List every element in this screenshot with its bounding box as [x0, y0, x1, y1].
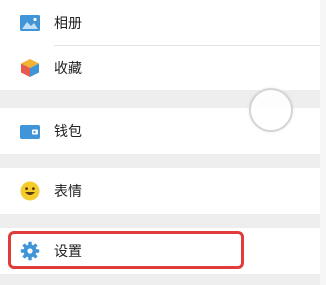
menu-item-label: 表情 — [54, 184, 82, 200]
menu-item-emoji[interactable]: 表情 — [0, 168, 320, 214]
menu-item-album[interactable]: 相册 — [0, 0, 320, 46]
wallet-icon — [20, 124, 40, 144]
screen-edge — [320, 0, 326, 285]
menu-item-label: 相册 — [54, 16, 82, 32]
menu-item-label: 钱包 — [54, 124, 82, 140]
assistive-touch-button[interactable] — [249, 88, 293, 132]
emoji-icon — [20, 181, 40, 201]
album-icon — [20, 15, 40, 35]
menu-item-favorites[interactable]: 收藏 — [0, 45, 320, 91]
menu-item-label: 收藏 — [54, 61, 82, 77]
favorites-cube-icon — [20, 58, 40, 78]
highlight-box — [8, 231, 244, 269]
